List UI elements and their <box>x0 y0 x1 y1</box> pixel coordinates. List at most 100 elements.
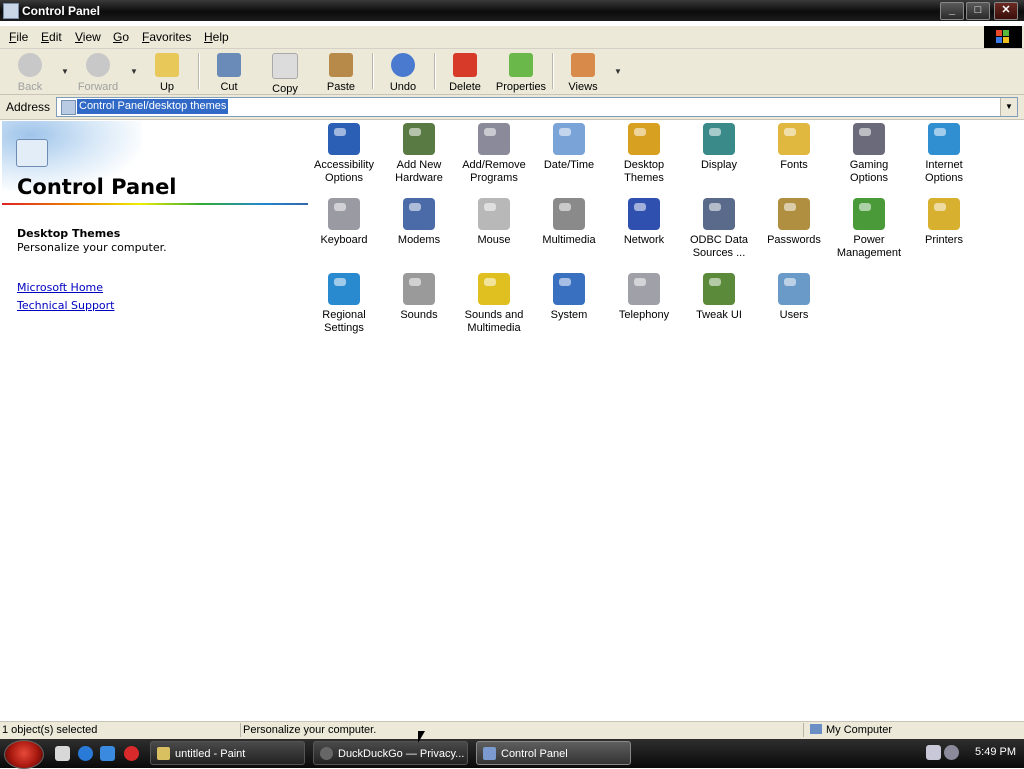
minimize-button[interactable]: _ <box>940 2 964 20</box>
address-input[interactable]: Control Panel/desktop themes ▼ <box>56 97 1018 117</box>
menu-edit[interactable]: Edit <box>41 30 62 44</box>
network-tray-icon[interactable] <box>926 745 941 760</box>
item-telephony[interactable]: Telephony <box>607 271 681 322</box>
fonts-icon <box>778 123 810 155</box>
back-arrow-icon <box>18 53 42 77</box>
rainbow-divider <box>2 203 308 205</box>
menu-file[interactable]: File <box>9 30 28 44</box>
item-system[interactable]: System <box>532 271 606 322</box>
item-odbc-data-sources[interactable]: ODBC Data Sources ... <box>682 196 756 260</box>
item-label: Fonts <box>780 159 808 171</box>
item-fonts[interactable]: Fonts <box>757 121 831 172</box>
undo-arrow-icon <box>391 53 415 77</box>
task-paint[interactable]: untitled - Paint <box>150 741 305 765</box>
back-dropdown[interactable]: ▼ <box>61 67 69 76</box>
control-panel-items: Accessibility Options Add New Hardware Add… <box>307 121 1022 719</box>
menu-go[interactable]: Go <box>113 30 129 44</box>
show-desktop-icon[interactable] <box>55 746 70 761</box>
item-mouse[interactable]: Mouse <box>457 196 531 247</box>
copy-button[interactable]: Copy <box>257 51 313 95</box>
maximize-button[interactable]: □ <box>966 2 990 20</box>
item-keyboard[interactable]: Keyboard <box>307 196 381 247</box>
item-gaming-options[interactable]: Gaming Options <box>832 121 906 185</box>
item-label: Keyboard <box>320 234 368 246</box>
modems-icon <box>403 198 435 230</box>
forward-button[interactable]: Forward <box>70 51 126 93</box>
item-add-hardware[interactable]: Add New Hardware <box>382 121 456 185</box>
volume-tray-icon[interactable] <box>944 745 959 760</box>
paste-button[interactable]: Paste <box>313 51 369 93</box>
task-browser[interactable]: DuckDuckGo — Privacy... <box>313 741 468 765</box>
item-modems[interactable]: Modems <box>382 196 456 247</box>
sounds-icon <box>403 273 435 305</box>
window-title: Control Panel <box>22 4 101 18</box>
item-label: Display <box>700 159 738 171</box>
item-label: Gaming Options <box>849 159 889 184</box>
views-button[interactable]: Views <box>555 51 611 93</box>
item-label: ODBC Data Sources ... <box>689 234 749 259</box>
item-label: Add/Remove Programs <box>462 159 526 184</box>
cut-button[interactable]: Cut <box>201 51 257 93</box>
menu-favorites[interactable]: Favorites <box>142 30 191 44</box>
item-regional-settings[interactable]: Regional Settings <box>307 271 381 335</box>
address-dropdown-button[interactable]: ▼ <box>1000 98 1017 116</box>
views-dropdown[interactable]: ▼ <box>614 67 622 76</box>
outlook-express-icon[interactable] <box>100 746 115 761</box>
regional-settings-icon <box>328 273 360 305</box>
windows-logo-icon <box>984 26 1022 48</box>
clipboard-icon <box>329 53 353 77</box>
add-hardware-icon <box>403 123 435 155</box>
item-internet-options[interactable]: Internet Options <box>907 121 981 185</box>
start-button[interactable] <box>4 740 44 769</box>
internet-explorer-icon[interactable] <box>78 746 93 761</box>
paint-icon <box>157 747 170 760</box>
address-value[interactable]: Control Panel/desktop themes <box>77 99 229 114</box>
item-date-time[interactable]: Date/Time <box>532 121 606 172</box>
item-sounds-multimedia[interactable]: Sounds and Multimedia <box>457 271 531 335</box>
technical-support-link[interactable]: Technical Support <box>17 299 115 312</box>
control-panel-large-icon <box>16 139 48 167</box>
odbc-data-sources-icon <box>703 198 735 230</box>
date-time-icon <box>553 123 585 155</box>
item-accessibility[interactable]: Accessibility Options <box>307 121 381 185</box>
up-button[interactable]: Up <box>139 51 195 93</box>
item-tweak-ui[interactable]: Tweak UI <box>682 271 756 322</box>
telephony-icon <box>628 273 660 305</box>
close-button[interactable]: ✕ <box>994 2 1018 20</box>
forward-arrow-icon <box>86 53 110 77</box>
item-display[interactable]: Display <box>682 121 756 172</box>
item-add-remove-programs[interactable]: Add/Remove Programs <box>457 121 531 185</box>
back-button[interactable]: Back <box>2 51 58 93</box>
item-sounds[interactable]: Sounds <box>382 271 456 322</box>
users-icon <box>778 273 810 305</box>
add-remove-programs-icon <box>478 123 510 155</box>
accessibility-icon <box>328 123 360 155</box>
internet-options-icon <box>928 123 960 155</box>
menu-view[interactable]: View <box>75 30 101 44</box>
opera-icon[interactable] <box>124 746 139 761</box>
menu-bar: File Edit View Go Favorites Help <box>0 26 1024 49</box>
toolbar-separator <box>434 53 436 89</box>
menu-help[interactable]: Help <box>204 30 229 44</box>
undo-button[interactable]: Undo <box>375 51 431 93</box>
item-printers[interactable]: Printers <box>907 196 981 247</box>
item-label: Users <box>779 309 809 321</box>
item-passwords[interactable]: Passwords <box>757 196 831 247</box>
microsoft-home-link[interactable]: Microsoft Home <box>17 281 103 294</box>
clock[interactable]: 5:49 PM <box>975 746 1016 758</box>
toolbar: Back ▼ Forward ▼ Up Cut Copy Paste Undo … <box>0 49 1024 95</box>
views-grid-icon <box>571 53 595 77</box>
item-power-management[interactable]: Power Management <box>832 196 906 260</box>
properties-button[interactable]: Properties <box>493 51 549 93</box>
task-control-panel[interactable]: Control Panel <box>476 741 631 765</box>
delete-button[interactable]: Delete <box>437 51 493 93</box>
item-users[interactable]: Users <box>757 271 831 322</box>
display-icon <box>703 123 735 155</box>
forward-dropdown[interactable]: ▼ <box>130 67 138 76</box>
mouse-icon <box>478 198 510 230</box>
web-view-panel: Control Panel Desktop Themes Personalize… <box>2 121 310 719</box>
item-network[interactable]: Network <box>607 196 681 247</box>
gaming-options-icon <box>853 123 885 155</box>
item-multimedia[interactable]: Multimedia <box>532 196 606 247</box>
item-desktop-themes[interactable]: Desktop Themes <box>607 121 681 185</box>
